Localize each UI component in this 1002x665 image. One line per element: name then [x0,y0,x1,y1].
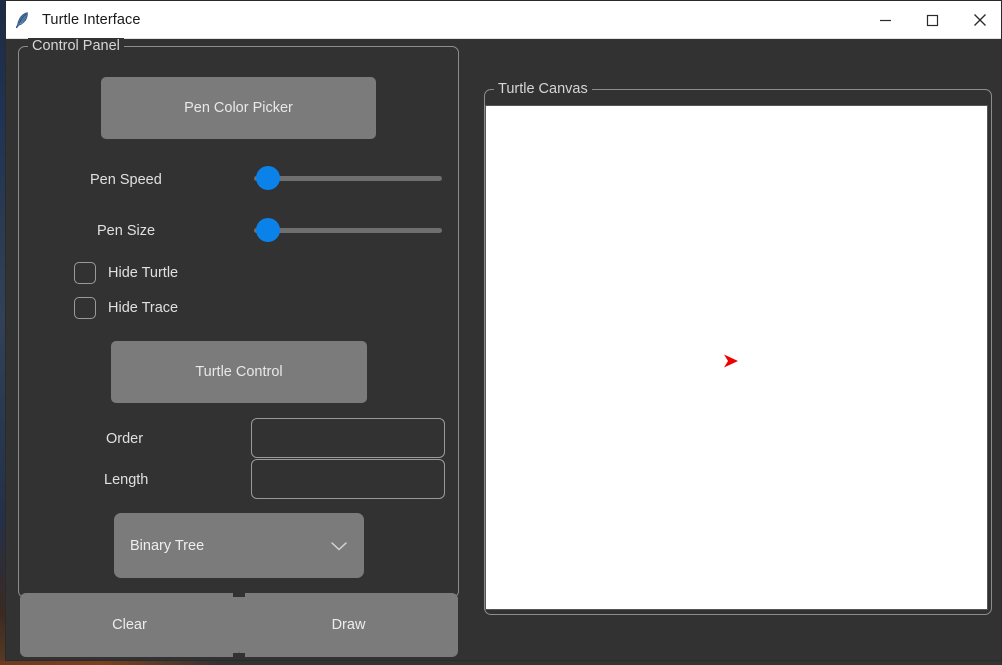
draw-button[interactable]: Draw [239,593,458,657]
length-input[interactable] [251,459,445,499]
pen-size-slider-track [254,228,442,233]
chevron-down-icon [331,541,347,551]
hide-turtle-checkbox[interactable] [74,262,96,284]
hide-trace-checkbox[interactable] [74,297,96,319]
turtle-arrow-icon [724,354,738,368]
close-icon [973,14,986,26]
maximize-button[interactable] [909,1,956,39]
turtle-control-button[interactable]: Turtle Control [111,341,367,403]
window-controls [862,1,1001,39]
turtle-canvas-legend: Turtle Canvas [494,81,592,98]
clear-button[interactable]: Clear [20,593,239,657]
pen-size-label: Pen Size [97,223,156,239]
turtle-interface-window: Turtle Interface Control Panel Pen Color… [5,0,1002,661]
button-divider-top [233,593,245,597]
button-divider-bottom [233,653,245,657]
window-title: Turtle Interface [42,11,141,28]
pen-speed-slider-thumb[interactable] [256,166,280,190]
minimize-button[interactable] [862,1,909,39]
shape-select-dropdown[interactable]: Binary Tree [114,513,364,578]
pen-speed-slider[interactable] [254,166,442,190]
shape-select-value: Binary Tree [130,537,205,554]
app-root: Turtle Interface Control Panel Pen Color… [0,0,1002,665]
titlebar: Turtle Interface [6,1,1001,39]
pen-size-slider-thumb[interactable] [256,218,280,242]
hide-turtle-checkbox-row[interactable]: Hide Turtle [74,262,178,284]
pen-size-slider[interactable] [254,218,442,242]
control-panel-legend: Control Panel [28,38,124,55]
maximize-icon [926,14,939,26]
pen-speed-label: Pen Speed [90,172,162,188]
order-input[interactable] [251,418,445,458]
length-label: Length [104,472,149,488]
order-label: Order [106,431,144,447]
pen-speed-slider-track [254,176,442,181]
desktop-background-strip-bottom [0,661,1002,665]
pen-color-picker-button[interactable]: Pen Color Picker [101,77,376,139]
close-button[interactable] [956,1,1001,39]
minimize-icon [880,19,891,21]
hide-trace-label: Hide Trace [108,300,179,316]
python-feather-icon [15,11,28,28]
hide-turtle-label: Hide Turtle [108,265,179,281]
hide-trace-checkbox-row[interactable]: Hide Trace [74,297,178,319]
